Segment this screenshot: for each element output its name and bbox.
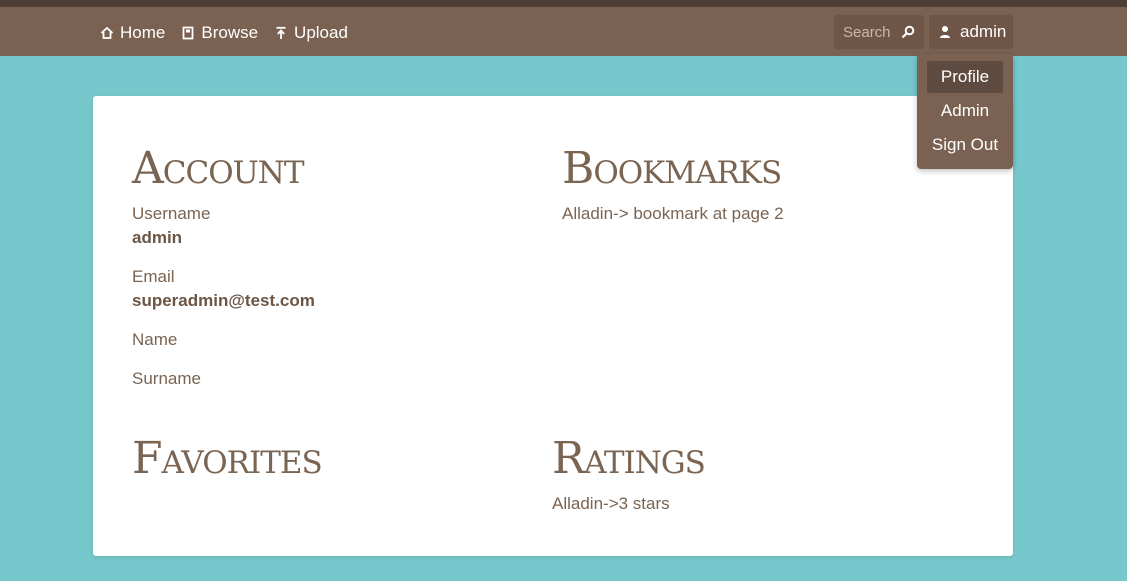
search-icon[interactable] xyxy=(901,25,915,39)
nav-upload-link[interactable]: Upload xyxy=(274,21,348,45)
nav-home-label: Home xyxy=(120,23,166,42)
nav-browse-link[interactable]: Browse xyxy=(181,21,258,45)
rating-item: Alladin->3 stars xyxy=(552,494,670,513)
profile-card: Account Username admin Email superadmin@… xyxy=(93,96,1013,556)
nav-links: Home Browse Upload xyxy=(100,21,348,45)
search-box xyxy=(834,15,924,49)
menu-item-admin[interactable]: Admin xyxy=(927,95,1003,127)
search-input[interactable] xyxy=(843,23,901,41)
username-value: admin xyxy=(132,228,183,247)
menu-item-profile[interactable]: Profile xyxy=(927,61,1003,93)
user-dropdown-menu: Profile Admin Sign Out xyxy=(917,54,1013,169)
home-icon xyxy=(100,26,114,40)
email-label: Email xyxy=(132,267,175,286)
nav-browse-label: Browse xyxy=(201,23,259,42)
upload-icon xyxy=(274,26,288,40)
email-value: superadmin@test.com xyxy=(132,291,315,310)
bookmark-item: Alladin-> bookmark at page 2 xyxy=(562,204,784,223)
nav-upload-label: Upload xyxy=(294,23,348,42)
username-label: Username xyxy=(132,204,211,223)
user-menu-button[interactable]: admin xyxy=(929,15,1013,49)
ratings-title: Ratings xyxy=(552,433,706,484)
bookmarks-title: Bookmarks xyxy=(562,143,782,194)
user-icon xyxy=(939,25,951,39)
user-name-label: admin xyxy=(960,22,1007,41)
book-icon xyxy=(181,26,195,40)
favorites-title: Favorites xyxy=(132,433,323,484)
nav-home-link[interactable]: Home xyxy=(100,21,165,45)
menu-item-sign-out[interactable]: Sign Out xyxy=(927,129,1003,161)
account-title: Account xyxy=(132,143,305,194)
surname-label: Surname xyxy=(132,369,201,388)
top-navbar: Home Browse Upload admin xyxy=(0,0,1127,56)
name-label: Name xyxy=(132,330,178,349)
